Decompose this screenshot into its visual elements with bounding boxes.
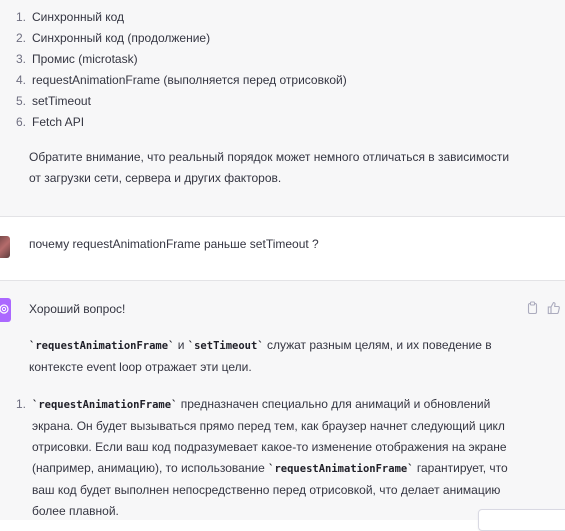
list-item: `requestAnimationFrame` предназначен спе…: [32, 397, 508, 518]
inline-code: `requestAnimationFrame`: [32, 399, 178, 411]
floating-button[interactable]: [478, 509, 565, 531]
inline-code: `setTimeout`: [187, 340, 264, 352]
user-avatar: [0, 236, 10, 258]
inline-code: `requestAnimationFrame`: [268, 463, 414, 475]
list-item: 6. Fetch API: [16, 115, 85, 129]
list-item: 3. Промис (microtask): [16, 52, 138, 66]
explanation-list: 1. `requestAnimationFrame` предназначен …: [16, 394, 516, 522]
user-message-text: почему requestAnimationFrame раньше setT…: [29, 237, 319, 251]
list-number: 1.: [16, 397, 27, 411]
assistant-message-previous: 1. Синхронный код 2. Синхронный код (продо…: [0, 0, 565, 216]
list-item: 2. Синхронный код (продолжение): [16, 31, 211, 45]
assistant-avatar: [0, 298, 11, 322]
execution-order-list: 1. Синхронный код 2. Синхронный код (продо…: [16, 7, 347, 133]
list-item: 5. setTimeout: [16, 94, 91, 108]
list-item: 4. requestAnimationFrame (выполняется пер…: [16, 73, 347, 87]
inline-code: `requestAnimationFrame`: [29, 340, 175, 352]
user-message: почему requestAnimationFrame раньше setT…: [0, 217, 565, 280]
assistant-intro: `requestAnimationFrame` и `setTimeout` с…: [29, 338, 492, 374]
note-paragraph: Обратите внимание, что реальный порядок …: [29, 150, 510, 185]
openai-logo-icon: [0, 302, 11, 319]
assistant-greeting: Хороший вопрос!: [29, 302, 126, 316]
copy-icon[interactable]: [527, 301, 541, 315]
thumbs-up-icon[interactable]: [547, 301, 561, 315]
list-item: 1. Синхронный код: [16, 10, 125, 24]
